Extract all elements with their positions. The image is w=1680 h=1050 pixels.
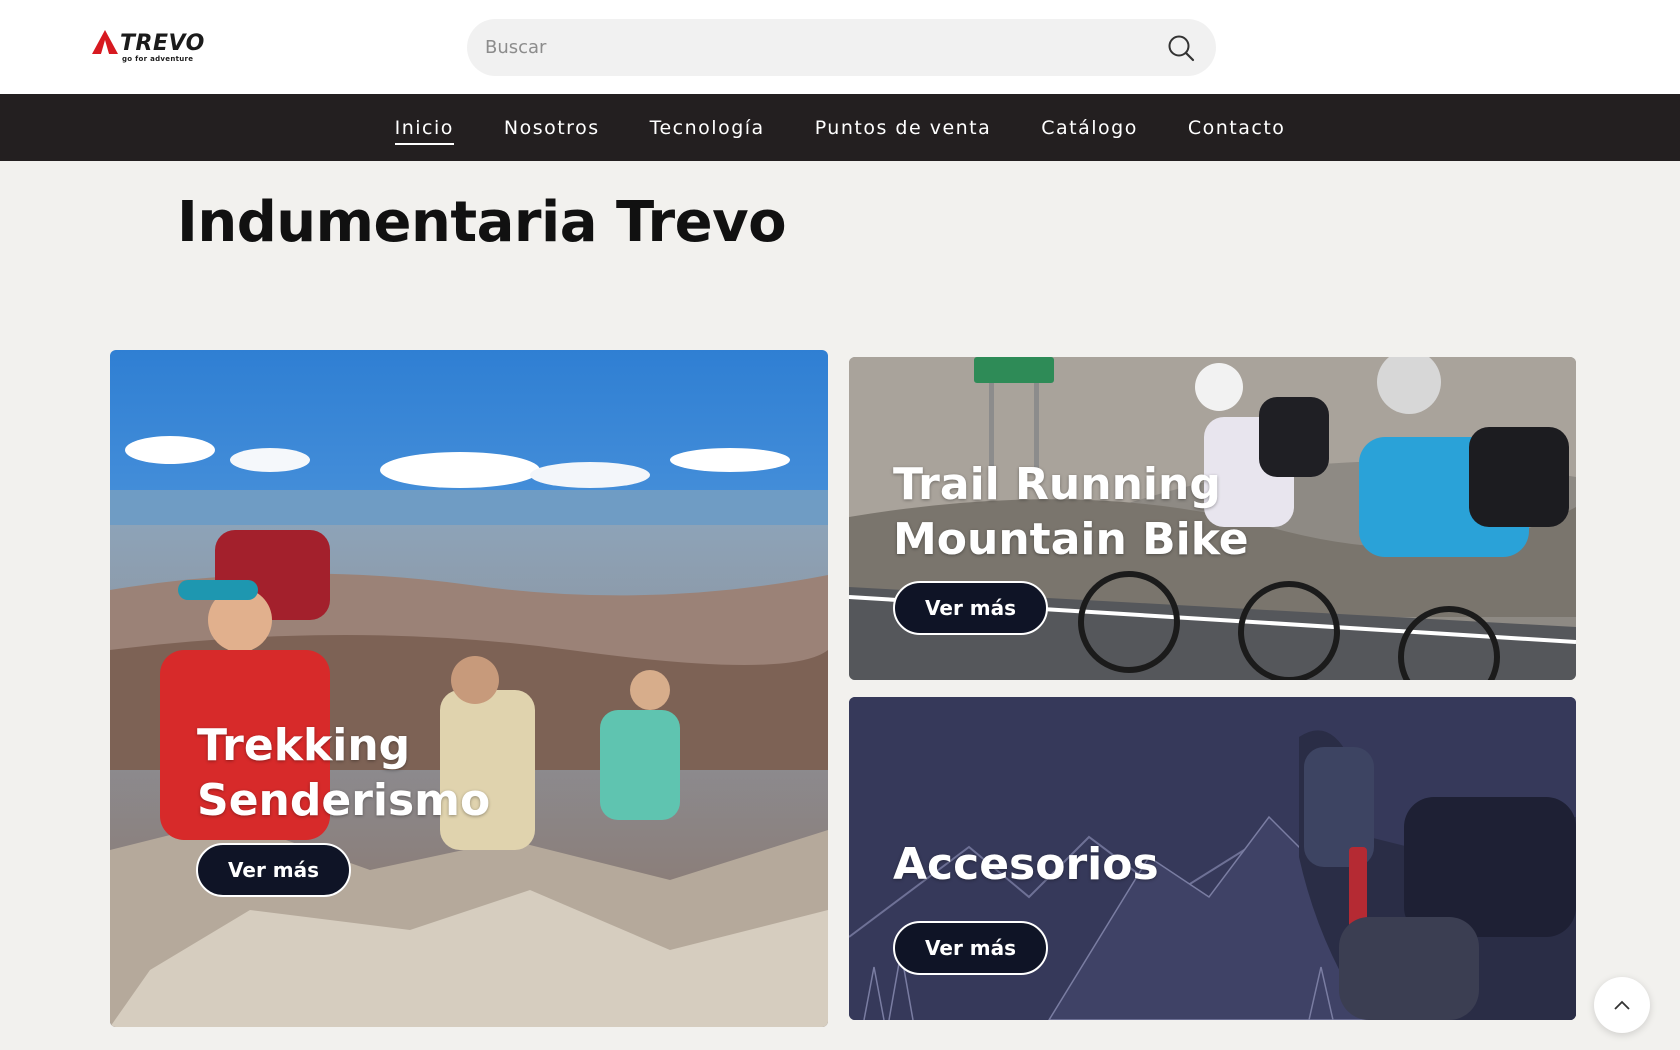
- scroll-to-top-button[interactable]: [1594, 977, 1650, 1033]
- card-trail-running[interactable]: Trail Running Mountain Bike Ver más: [849, 357, 1576, 680]
- card-title-line: Mountain Bike: [893, 514, 1249, 565]
- chevron-up-icon: [1614, 1000, 1630, 1010]
- main-nav: Inicio Nosotros Tecnología Puntos de ven…: [0, 94, 1680, 161]
- card-trekking-title: Trekking Senderismo: [197, 718, 490, 828]
- card-trekking[interactable]: Trekking Senderismo Ver más: [110, 350, 828, 1027]
- logo-wordmark: TREVO: [120, 31, 205, 56]
- page-title: Indumentaria Trevo: [177, 190, 787, 255]
- card-title-line: Senderismo: [197, 775, 491, 826]
- card-title-line: Trekking: [197, 720, 411, 771]
- card-title-line: Trail Running: [893, 459, 1221, 510]
- nav-item-nosotros[interactable]: Nosotros: [504, 113, 600, 143]
- logo-tagline: go for adventure: [122, 55, 194, 63]
- trail-ver-mas-button[interactable]: Ver más: [893, 581, 1049, 635]
- search-icon[interactable]: [1166, 33, 1196, 63]
- nav-item-puntos-de-venta[interactable]: Puntos de venta: [815, 113, 992, 143]
- trekking-ver-mas-button[interactable]: Ver más: [196, 843, 352, 897]
- nav-item-contacto[interactable]: Contacto: [1188, 113, 1286, 143]
- trekking-photo: [110, 350, 828, 1027]
- card-accesorios[interactable]: Accesorios Ver más: [849, 697, 1576, 1020]
- card-title-line: Accesorios: [893, 839, 1159, 890]
- search-input[interactable]: [485, 19, 1125, 76]
- logo-triangle-icon: [92, 30, 118, 54]
- trevo-logo[interactable]: TREVO go for adventure: [92, 28, 222, 66]
- search-bar: [467, 19, 1216, 76]
- site-header: TREVO go for adventure: [0, 0, 1680, 94]
- nav-item-inicio[interactable]: Inicio: [394, 113, 455, 145]
- card-accesorios-title: Accesorios: [893, 837, 1159, 892]
- accesorios-ver-mas-button[interactable]: Ver más: [893, 921, 1049, 975]
- card-trail-title: Trail Running Mountain Bike: [893, 457, 1249, 567]
- nav-item-catalogo[interactable]: Catálogo: [1041, 113, 1138, 143]
- nav-item-tecnologia[interactable]: Tecnología: [650, 113, 765, 143]
